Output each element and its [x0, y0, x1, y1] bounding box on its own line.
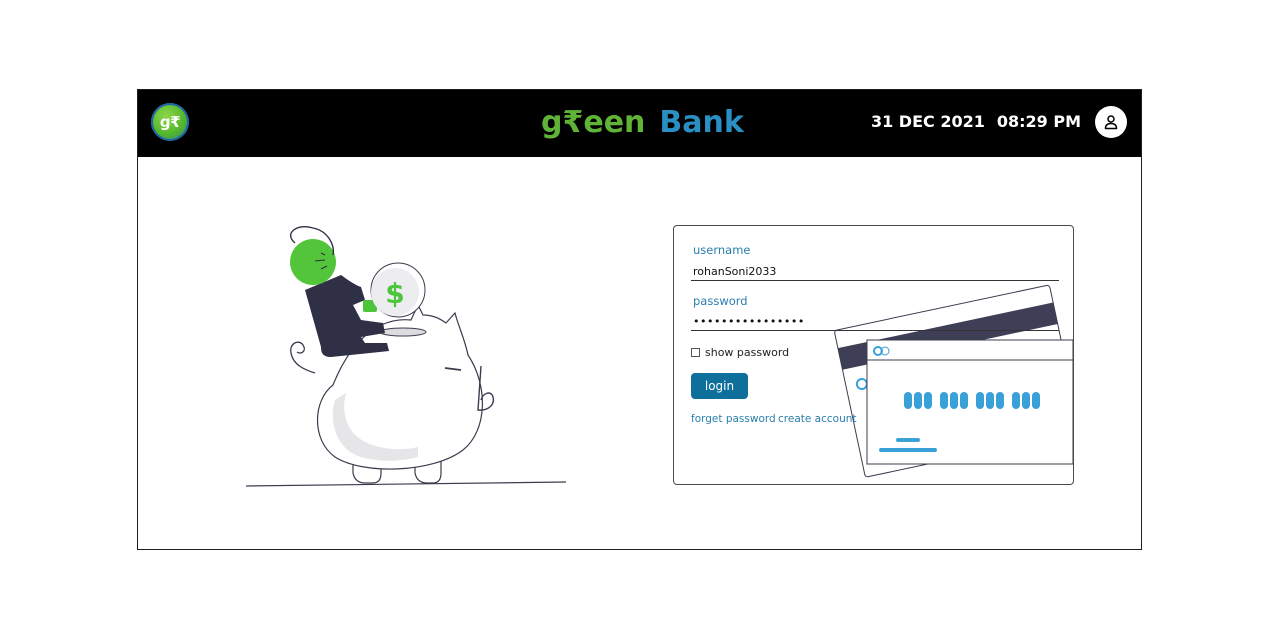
logo-badge[interactable]: g₹ — [151, 103, 189, 141]
show-password-checkbox[interactable] — [691, 348, 700, 357]
show-password-toggle[interactable]: show password — [691, 346, 789, 359]
login-button[interactable]: login — [691, 373, 748, 399]
datetime: 31 DEC 2021 08:29 PM — [871, 110, 1081, 134]
logo-badge-text: g₹ — [159, 113, 181, 131]
password-label: password — [693, 294, 748, 308]
forget-password-link[interactable]: forget password — [691, 413, 776, 425]
credit-cards-illustration — [834, 284, 1073, 478]
brand-name-green: g₹een — [541, 105, 646, 140]
current-time: 08:29 PM — [996, 112, 1081, 131]
app-frame: g₹ g₹een Bank 31 DEC 2021 08:29 PM $ use… — [137, 89, 1142, 550]
username-label: username — [693, 243, 751, 257]
create-account-link[interactable]: create account — [778, 413, 857, 425]
brand-name-bank: Bank — [659, 105, 744, 140]
piggy-bank-illustration: $ — [245, 226, 567, 487]
user-icon — [1104, 115, 1118, 130]
top-bar: g₹ g₹een Bank 31 DEC 2021 08:29 PM — [138, 90, 1141, 157]
login-card: username password show password login fo… — [673, 225, 1074, 485]
password-input[interactable] — [691, 313, 1059, 331]
username-input[interactable] — [691, 263, 1059, 281]
coin-dollar-symbol: $ — [385, 277, 404, 310]
current-date: 31 DEC 2021 — [870, 112, 985, 131]
user-account-button[interactable] — [1095, 106, 1127, 138]
show-password-label: show password — [705, 346, 790, 359]
brand-title: g₹een Bank — [541, 102, 744, 144]
